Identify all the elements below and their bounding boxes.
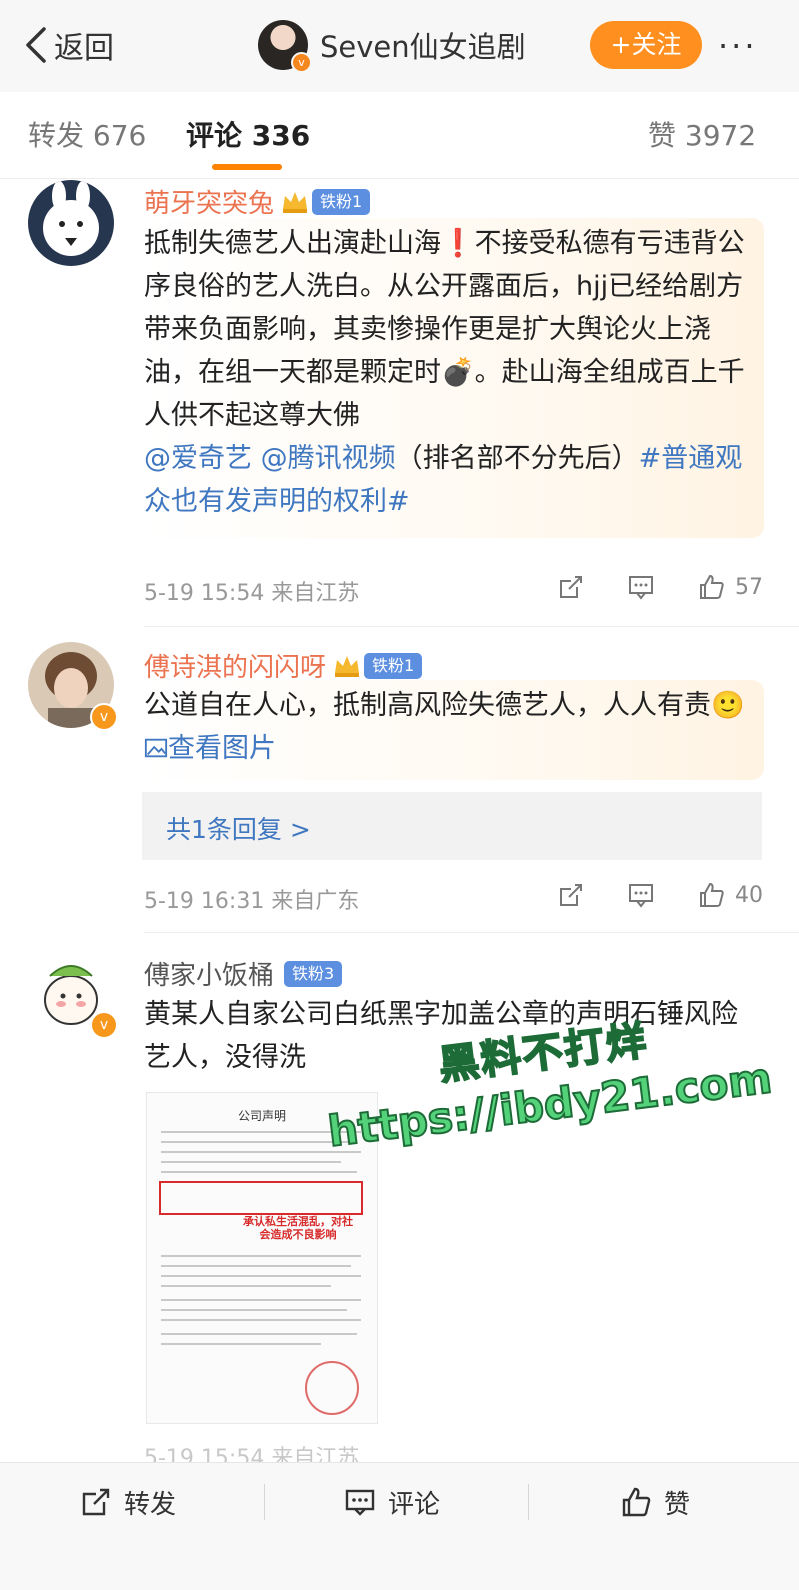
top-bar: 返回 v Seven仙女追剧 +关注 ··· xyxy=(0,0,799,92)
highlight-box xyxy=(159,1181,363,1215)
share-icon[interactable] xyxy=(557,881,585,909)
comment-timestamp: 5-19 16:31 来自广东 xyxy=(144,889,360,914)
doc-line xyxy=(161,1285,331,1287)
doc-annotation: 承认私生活混乱，对社会造成不良影响 xyxy=(243,1215,353,1241)
fan-badge: 铁粉1 xyxy=(312,188,371,215)
mention-iqiyi[interactable]: @爱奇艺 xyxy=(144,443,252,474)
active-tab-indicator xyxy=(212,164,282,170)
verified-icon: v xyxy=(90,703,118,731)
tab-likes[interactable]: 赞 3972 xyxy=(648,114,756,154)
doc-line xyxy=(161,1299,361,1301)
doc-line xyxy=(161,1265,351,1267)
smile-emoji-icon: 🙂 xyxy=(711,690,745,721)
doc-line xyxy=(161,1171,357,1173)
repost-button[interactable]: 转发 xyxy=(80,1482,176,1522)
comment-username[interactable]: 傅家小饭桶 xyxy=(144,955,274,992)
comment-actions: 57 xyxy=(515,573,763,601)
comment-header: 傅家小饭桶 铁粉3 xyxy=(144,955,343,992)
mention-tencent-video[interactable]: @腾讯视频 xyxy=(261,443,396,474)
like-icon[interactable] xyxy=(697,881,725,909)
fan-badge: 铁粉3 xyxy=(284,960,343,987)
chevron-left-icon xyxy=(26,27,46,63)
comment-username[interactable]: 萌牙突突兔 xyxy=(144,183,274,220)
comment-header: 萌牙突突兔 铁粉1 xyxy=(144,183,371,220)
exclamation-icon: ❗ xyxy=(441,228,475,259)
comment-timestamp: 5-19 15:54 来自江苏 xyxy=(144,581,360,606)
doc-line xyxy=(161,1161,341,1163)
comment-button[interactable]: 评论 xyxy=(344,1482,440,1522)
like-label: 赞 xyxy=(664,1489,691,1520)
avatar-image xyxy=(28,180,114,266)
share-icon[interactable] xyxy=(557,573,585,601)
doc-line xyxy=(161,1343,321,1345)
like-count: 40 xyxy=(735,882,763,908)
follow-button[interactable]: +关注 xyxy=(590,21,702,69)
repost-label: 转发 xyxy=(124,1489,177,1520)
reply-icon[interactable] xyxy=(627,573,655,601)
reply-icon[interactable] xyxy=(627,881,655,909)
tab-bar: 转发 676 评论 336 赞 3972 xyxy=(0,92,799,179)
comment-text: 抵制失德艺人出演赴山海❗不接受私德有亏违背公序良俗的艺人洗白。从公开露面后，hj… xyxy=(144,228,745,517)
doc-line xyxy=(161,1275,361,1277)
comment-username[interactable]: 傅诗淇的闪闪呀 xyxy=(144,647,326,684)
reply-summary-box[interactable]: 共1条回复 > xyxy=(142,792,762,860)
more-options-icon[interactable]: ··· xyxy=(718,30,758,62)
like-button[interactable]: 赞 xyxy=(620,1482,690,1522)
post-author[interactable]: v Seven仙女追剧 xyxy=(258,18,526,73)
doc-line xyxy=(161,1309,347,1311)
doc-line xyxy=(161,1333,357,1335)
doc-line xyxy=(161,1255,361,1257)
divider xyxy=(144,626,799,627)
view-image-link[interactable]: 查看图片 xyxy=(144,733,276,764)
verified-icon: v xyxy=(291,52,312,73)
back-button[interactable]: 返回 xyxy=(22,22,114,68)
crown-icon xyxy=(335,655,360,677)
company-seal xyxy=(305,1361,359,1415)
doc-line xyxy=(161,1141,351,1143)
crown-icon xyxy=(283,191,308,213)
reply-count-link[interactable]: 共1条回复 > xyxy=(166,810,311,846)
comment-text: 公道自在人心，抵制高风险失德艺人，人人有责🙂 查看图片 xyxy=(144,690,745,764)
fan-badge: 铁粉1 xyxy=(364,652,423,679)
comment-header: 傅诗淇的闪闪呀 铁粉1 xyxy=(144,647,423,684)
image-icon xyxy=(144,738,168,758)
bomb-icon: 💣 xyxy=(441,357,475,388)
bottom-action-bar: 转发 评论 赞 xyxy=(0,1462,799,1590)
tab-comments[interactable]: 评论 336 xyxy=(186,114,310,154)
divider xyxy=(264,1484,265,1520)
comment-icon xyxy=(345,1489,375,1516)
author-name[interactable]: Seven仙女追剧 xyxy=(320,24,526,66)
back-label: 返回 xyxy=(54,31,114,66)
share-icon xyxy=(82,1488,110,1516)
divider xyxy=(528,1484,529,1520)
divider xyxy=(144,932,799,933)
tab-reposts[interactable]: 转发 676 xyxy=(28,114,146,154)
avatar[interactable] xyxy=(28,180,114,266)
like-icon[interactable] xyxy=(697,573,725,601)
comment-actions: 40 xyxy=(515,881,763,909)
doc-line xyxy=(161,1319,361,1321)
author-avatar[interactable]: v xyxy=(258,20,312,73)
comment-label: 评论 xyxy=(388,1489,441,1520)
verified-icon: v xyxy=(90,1011,118,1039)
like-icon xyxy=(622,1487,651,1517)
like-count: 57 xyxy=(735,574,763,600)
